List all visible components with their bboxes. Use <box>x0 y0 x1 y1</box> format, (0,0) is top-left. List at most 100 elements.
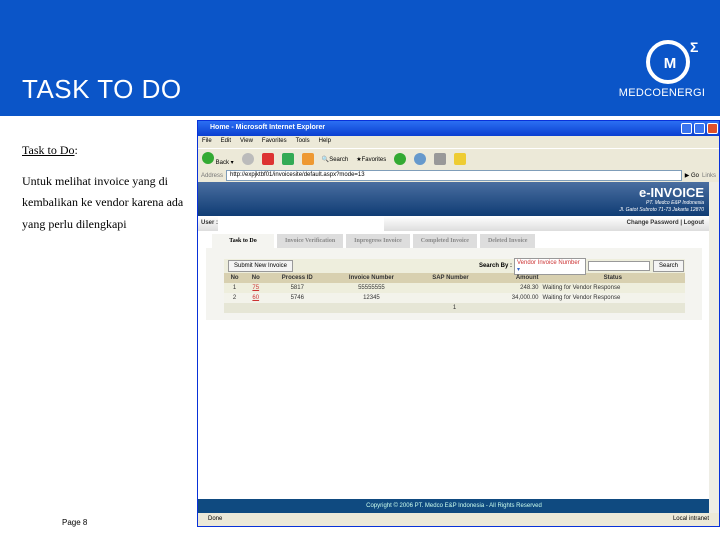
forward-icon[interactable] <box>241 153 254 165</box>
desc-line: kembalikan ke vendor karena ada <box>22 195 184 209</box>
search-input[interactable] <box>587 261 650 271</box>
task-heading: Task to Do: <box>22 143 78 158</box>
user-bar: User : Change Password | Logout <box>198 216 710 231</box>
home-icon[interactable] <box>301 153 314 165</box>
logout-link[interactable]: Logout <box>684 220 704 226</box>
heading-colon: : <box>74 143 78 157</box>
address-label: Address <box>201 172 224 179</box>
tab-invoice-verification[interactable]: Invoice Verification <box>277 234 344 248</box>
cell: 12345 <box>328 293 415 303</box>
menu-view[interactable]: View <box>240 138 253 144</box>
desc-line: Untuk melihat invoice yang di <box>22 174 168 188</box>
desc-line: yang perlu dilengkapi <box>22 217 127 231</box>
medcoenergi-logo: MΣ MEDCOENERGI <box>612 38 712 102</box>
page-number: Page 8 <box>62 518 88 527</box>
cell: Waiting for Vendor Response <box>542 285 621 291</box>
cell: 34,000.00 <box>486 293 541 303</box>
search-by-select[interactable]: Vendor Invoice Number ▾ <box>513 257 586 275</box>
tab-bar: Task to Do Invoice Verification Inprogre… <box>212 234 536 248</box>
zone-text: Local intranet <box>672 516 709 522</box>
col-no-link: No <box>245 273 267 283</box>
search-button[interactable]: 🔍Search <box>322 156 349 163</box>
address-input[interactable]: http://expjktbf01/invoicesite/default.as… <box>226 170 682 181</box>
address-bar: Address http://expjktbf01/invoicesite/de… <box>198 169 719 182</box>
maximize-button[interactable] <box>694 123 705 134</box>
col-status: Status <box>540 273 685 283</box>
user-name-redacted <box>218 216 384 231</box>
svg-text:Σ: Σ <box>690 39 698 55</box>
print-icon[interactable] <box>434 153 447 165</box>
app-banner: e-INVOICE PT. Medco E&P Indonesia Jl. Ga… <box>198 182 710 216</box>
col-no: No <box>224 273 246 283</box>
back-icon <box>202 152 214 164</box>
cell: 2 <box>224 293 246 303</box>
page-link[interactable]: 1 <box>453 305 456 311</box>
invoice-link[interactable]: 60 <box>245 293 267 303</box>
user-label: User : <box>201 220 219 226</box>
refresh-icon[interactable] <box>281 153 294 165</box>
toolbar: Back ▾ 🔍Search ★Favorites <box>198 148 719 169</box>
notes-icon[interactable] <box>454 153 467 165</box>
tab-completed-invoice[interactable]: Completed Invoice <box>412 234 477 248</box>
cell: 5817 <box>290 285 304 291</box>
links-button[interactable]: Links <box>702 173 716 179</box>
menu-favorites[interactable]: Favorites <box>262 138 287 144</box>
menu-tools[interactable]: Tools <box>296 138 310 144</box>
cell: Waiting for Vendor Response <box>540 293 685 303</box>
separator: | <box>680 220 682 226</box>
company-address: Jl. Gatot Subroto 71-73 Jakarta 12870 <box>619 207 704 213</box>
slide-header: TASK TO DO MΣ MEDCOENERGI <box>0 0 720 116</box>
company-name: PT. Medco E&P Indonesia <box>646 200 704 206</box>
web-page: e-INVOICE PT. Medco E&P Indonesia Jl. Ga… <box>198 182 710 513</box>
tab-content: Submit New Invoice Search By : Vendor In… <box>206 248 702 320</box>
cell <box>415 283 487 293</box>
tab-task-to-do[interactable]: Task to Do <box>212 234 274 248</box>
tab-inprogress-invoice[interactable]: Inprogress Invoice <box>346 234 410 248</box>
invoice-table: No No Process ID Invoice Number SAP Number Am… <box>224 273 685 313</box>
slide-title: TASK TO DO <box>22 74 182 104</box>
col-amount: Amount <box>486 273 541 283</box>
tab-deleted-invoice[interactable]: Deleted Invoice <box>479 234 536 248</box>
app-name: e-INVOICE <box>638 185 704 200</box>
minimize-button[interactable] <box>681 123 692 134</box>
table-header: No No Process ID Invoice Number SAP Number Am… <box>224 273 685 283</box>
go-button[interactable]: ▶ Go <box>685 172 699 179</box>
logo-text: MEDCOENERGI <box>618 87 706 99</box>
table-row: 1 75 5817 55555555 248.30 Waiting for Vendor … <box>224 283 685 293</box>
svg-text:M: M <box>664 55 677 72</box>
close-button[interactable] <box>707 123 718 134</box>
invoice-link[interactable]: 75 <box>245 283 266 293</box>
col-sap-number: SAP Number <box>414 273 487 283</box>
submit-new-invoice-button[interactable]: Submit New Invoice <box>228 260 294 272</box>
menu-file[interactable]: File <box>202 138 212 144</box>
menu-help[interactable]: Help <box>319 138 331 144</box>
title-bar: Home - Microsoft Internet Explorer <box>198 121 719 136</box>
search-by-label: Search By : <box>478 263 512 269</box>
cell: 248.30 <box>520 285 539 291</box>
col-process-id: Process ID <box>266 273 329 283</box>
window-title: Home - Microsoft Internet Explorer <box>210 124 326 131</box>
pager-row: 1 <box>224 303 685 313</box>
invoice-panel: Submit New Invoice Search By : Vendor In… <box>224 257 685 313</box>
status-text: Done <box>208 516 223 522</box>
footer: Copyright © 2006 PT. Medco E&P Indonesia… <box>198 499 710 513</box>
history-icon[interactable] <box>394 153 407 165</box>
status-bar: Done Local intranet <box>198 513 719 527</box>
change-password-link[interactable]: Change Password <box>627 220 679 226</box>
back-button[interactable]: Back ▾ <box>202 152 234 166</box>
cell: 1 <box>232 285 237 291</box>
search-button[interactable]: Search <box>652 260 684 272</box>
cell <box>414 293 487 303</box>
menu-bar: File Edit View Favorites Tools Help <box>198 136 719 148</box>
menu-edit[interactable]: Edit <box>221 138 231 144</box>
cell: 5746 <box>266 293 329 303</box>
cell: 55555555 <box>358 285 385 291</box>
favorites-button[interactable]: ★Favorites <box>356 156 386 163</box>
vertical-scrollbar[interactable] <box>709 182 719 513</box>
heading-text: Task to Do <box>22 143 75 157</box>
chevron-down-icon: ▾ <box>516 266 520 273</box>
col-invoice-number: Invoice Number <box>328 273 415 283</box>
stop-icon[interactable] <box>261 153 274 165</box>
browser-window: Home - Microsoft Internet Explorer File E… <box>197 120 720 527</box>
mail-icon[interactable] <box>414 153 427 165</box>
